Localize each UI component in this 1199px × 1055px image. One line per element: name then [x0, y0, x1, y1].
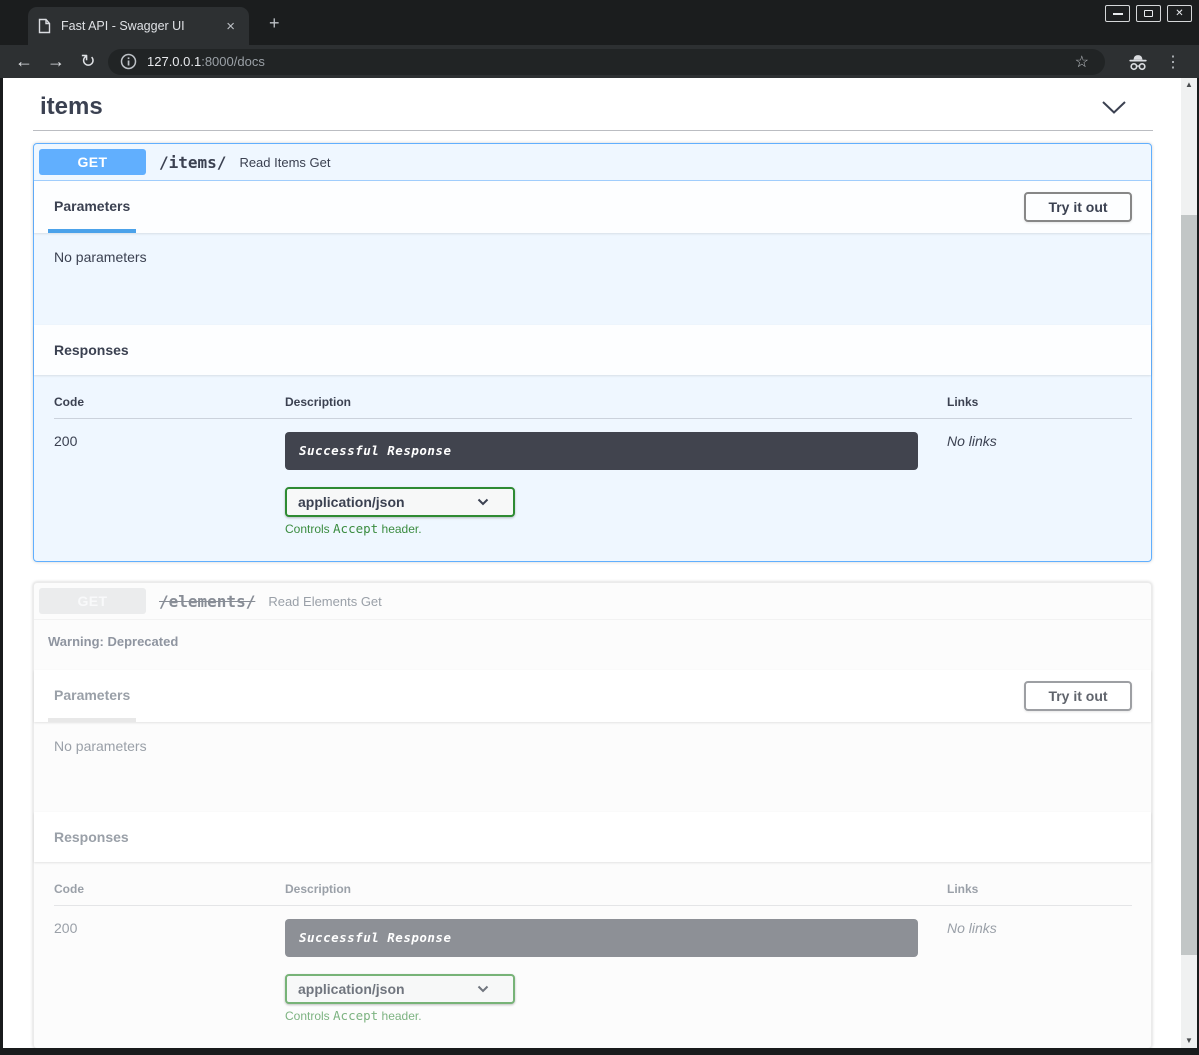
- opblock-summary[interactable]: GET /elements/ Read Elements Get: [34, 583, 1151, 620]
- responses-title: Responses: [54, 342, 129, 358]
- response-code: 200: [54, 419, 285, 536]
- responses-body: Code Description Links 200 Successful Re…: [34, 862, 1151, 1048]
- tab-strip: Fast API - Swagger UI × + ✕: [0, 0, 1199, 45]
- tab-parameters[interactable]: Parameters: [48, 181, 136, 233]
- try-it-out-button[interactable]: Try it out: [1024, 192, 1132, 222]
- endpoint-path: /elements/: [159, 592, 255, 611]
- response-description-block: Successful Response: [285, 919, 918, 957]
- tag-title: items: [40, 93, 103, 121]
- scroll-down-icon[interactable]: ▼: [1181, 1034, 1197, 1048]
- url-path: :8000/docs: [201, 54, 265, 69]
- deprecated-warning: Warning: Deprecated: [34, 620, 1151, 670]
- tag-section-header: items: [40, 88, 1127, 126]
- media-type-select[interactable]: application/json: [285, 974, 515, 1004]
- parameters-body: No parameters: [34, 233, 1151, 325]
- response-description-text: Successful Response: [299, 930, 452, 945]
- back-icon[interactable]: ←: [8, 45, 40, 78]
- parameters-body: No parameters: [34, 722, 1151, 812]
- scroll-up-icon[interactable]: ▲: [1181, 78, 1197, 92]
- response-code: 200: [54, 906, 285, 1023]
- response-description-cell: Successful Response application/json: [285, 906, 947, 1023]
- window-controls: ✕: [1105, 5, 1192, 22]
- tag-divider: [33, 130, 1153, 131]
- col-description: Description: [285, 882, 947, 905]
- address-bar[interactable]: 127.0.0.1:8000/docs ☆: [108, 49, 1105, 75]
- opblock-get-items: GET /items/ Read Items Get Parameters Tr…: [33, 143, 1152, 562]
- method-badge: GET: [39, 588, 146, 614]
- page-favicon-icon: [38, 18, 51, 34]
- col-code: Code: [54, 395, 285, 418]
- parameters-header: Parameters Try it out: [34, 181, 1151, 233]
- maximize-icon: [1144, 10, 1153, 17]
- response-links: No links: [947, 906, 1132, 1023]
- collapse-chevron-icon[interactable]: [1101, 100, 1127, 115]
- tab-close-icon[interactable]: ×: [222, 17, 239, 36]
- forward-icon[interactable]: →: [40, 45, 72, 78]
- opblock-get-elements-deprecated: GET /elements/ Read Elements Get Warning…: [33, 582, 1152, 1048]
- browser-menu-icon[interactable]: ⋮: [1161, 52, 1191, 72]
- endpoint-path: /items/: [159, 153, 226, 172]
- reload-icon[interactable]: ↻: [72, 45, 104, 78]
- parameters-header: Parameters Try it out: [34, 670, 1151, 722]
- response-description-cell: Successful Response application/json: [285, 419, 947, 536]
- browser-window: Fast API - Swagger UI × + ✕ ← → ↻ 127.0.…: [0, 0, 1199, 1055]
- site-info-icon[interactable]: [120, 53, 137, 70]
- bookmark-star-icon[interactable]: ☆: [1071, 52, 1093, 72]
- url-host: 127.0.0.1: [147, 54, 201, 69]
- col-links: Links: [947, 395, 1132, 418]
- page-content: items GET /items/ Read Items Get Paramet…: [3, 78, 1181, 1048]
- window-bottom-edge: [0, 1048, 1199, 1055]
- media-type-row: application/json Controls Accept header.: [285, 974, 947, 1023]
- try-it-out-button[interactable]: Try it out: [1024, 681, 1132, 711]
- url-text: 127.0.0.1:8000/docs: [147, 54, 1071, 69]
- window-minimize-button[interactable]: [1105, 5, 1130, 22]
- incognito-icon: [1113, 52, 1161, 72]
- responses-table: Code Description Links 200 Successful Re…: [54, 882, 1132, 1023]
- responses-header: Responses: [34, 325, 1151, 375]
- response-description-block: Successful Response: [285, 432, 918, 470]
- response-links: No links: [947, 419, 1132, 536]
- accept-header-note: Controls Accept header.: [285, 1008, 947, 1023]
- browser-toolbar: ← → ↻ 127.0.0.1:8000/docs ☆ ⋮: [0, 45, 1199, 78]
- opblock-summary[interactable]: GET /items/ Read Items Get: [34, 144, 1151, 181]
- tab-title: Fast API - Swagger UI: [61, 19, 222, 33]
- responses-table: Code Description Links 200 Successful Re…: [54, 395, 1132, 536]
- window-close-button[interactable]: ✕: [1167, 5, 1192, 22]
- page-scrollbar[interactable]: ▲ ▼: [1181, 78, 1197, 1048]
- media-type-select[interactable]: application/json: [285, 487, 515, 517]
- col-description: Description: [285, 395, 947, 418]
- minimize-icon: [1113, 13, 1123, 15]
- media-type-row: application/json Controls Accept header.: [285, 487, 947, 536]
- col-code: Code: [54, 882, 285, 905]
- response-description-text: Successful Response: [299, 443, 452, 458]
- col-links: Links: [947, 882, 1132, 905]
- tab-parameters[interactable]: Parameters: [48, 670, 136, 722]
- no-parameters-text: No parameters: [54, 249, 1131, 265]
- responses-header: Responses: [34, 812, 1151, 862]
- method-badge: GET: [39, 149, 146, 175]
- no-parameters-text: No parameters: [54, 738, 1131, 754]
- endpoint-summary: Read Items Get: [239, 155, 330, 170]
- responses-body: Code Description Links 200 Successful Re…: [34, 375, 1151, 561]
- browser-tab[interactable]: Fast API - Swagger UI ×: [28, 7, 249, 45]
- scrollbar-thumb[interactable]: [1181, 215, 1197, 955]
- window-maximize-button[interactable]: [1136, 5, 1161, 22]
- new-tab-button[interactable]: +: [263, 12, 286, 34]
- responses-title: Responses: [54, 829, 129, 845]
- accept-header-note: Controls Accept header.: [285, 521, 947, 536]
- endpoint-summary: Read Elements Get: [268, 594, 381, 609]
